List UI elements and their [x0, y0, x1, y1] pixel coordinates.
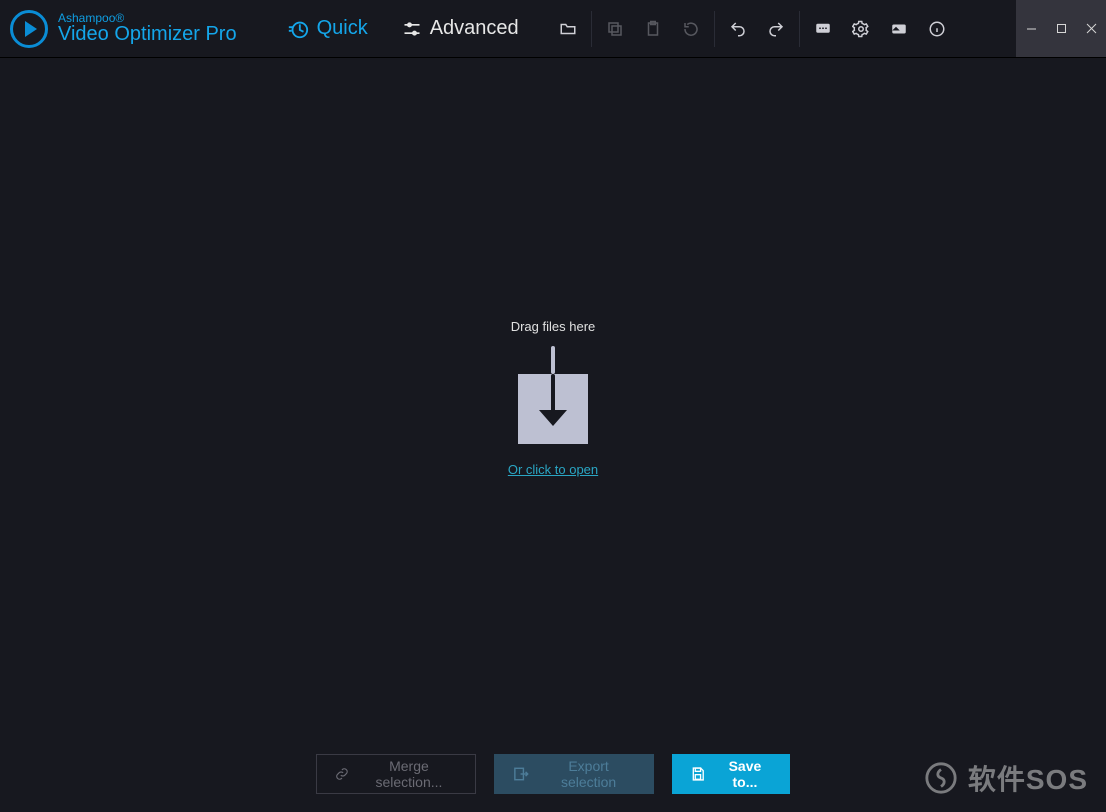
export-icon	[512, 765, 529, 783]
folder-icon	[559, 20, 577, 38]
paste-button[interactable]	[634, 0, 672, 57]
main-area: Drag files here Or click to open	[0, 58, 1106, 737]
export-selection-button[interactable]: Export selection	[494, 754, 654, 794]
feedback-button[interactable]	[804, 0, 842, 57]
drop-zone[interactable]: Drag files here Or click to open	[508, 319, 598, 477]
copy-button[interactable]	[596, 0, 634, 57]
card-button[interactable]	[880, 0, 918, 57]
info-icon	[928, 20, 946, 38]
download-arrow-icon	[518, 374, 588, 444]
brand-bottom: Video Optimizer Pro	[58, 24, 237, 45]
undo-button[interactable]	[719, 0, 757, 57]
save-to-button[interactable]: Save to...	[672, 754, 790, 794]
save-icon	[690, 765, 706, 783]
merge-label: Merge selection...	[361, 758, 457, 790]
separator	[591, 11, 592, 47]
settings-button[interactable]	[842, 0, 880, 57]
merge-selection-button[interactable]: Merge selection...	[316, 754, 476, 794]
tab-quick-label: Quick	[317, 17, 368, 40]
app-logo: Ashampoo® Video Optimizer Pro	[0, 0, 247, 57]
drag-text: Drag files here	[511, 319, 596, 334]
minimize-button[interactable]	[1016, 0, 1046, 57]
brand-text: Ashampoo® Video Optimizer Pro	[58, 12, 237, 46]
arrow-tail	[551, 346, 555, 374]
title-bar: Ashampoo® Video Optimizer Pro Quick Adva…	[0, 0, 1106, 57]
gear-icon	[852, 20, 870, 38]
separator	[714, 11, 715, 47]
export-label: Export selection	[541, 758, 636, 790]
maximize-button[interactable]	[1046, 0, 1076, 57]
redo-button[interactable]	[757, 0, 795, 57]
logo-play-icon	[10, 10, 48, 48]
close-button[interactable]	[1076, 0, 1106, 57]
mode-tabs: Quick Advanced	[287, 0, 519, 57]
open-folder-button[interactable]	[549, 0, 587, 57]
reset-icon	[682, 20, 700, 38]
watermark-icon	[924, 761, 958, 795]
separator	[799, 11, 800, 47]
window-controls	[1016, 0, 1106, 57]
tab-advanced[interactable]: Advanced	[402, 17, 519, 40]
sliders-icon	[402, 19, 422, 39]
tab-advanced-label: Advanced	[430, 17, 519, 40]
link-icon	[335, 766, 349, 782]
maximize-icon	[1056, 23, 1067, 34]
save-label: Save to...	[718, 758, 772, 790]
open-link[interactable]: Or click to open	[508, 462, 598, 477]
watermark-text: 软件SOS	[968, 758, 1088, 798]
undo-icon	[729, 20, 747, 38]
clipboard-icon	[644, 20, 662, 38]
close-icon	[1086, 23, 1097, 34]
info-button[interactable]	[918, 0, 956, 57]
tab-quick[interactable]: Quick	[287, 17, 368, 40]
watermark: 软件SOS	[924, 758, 1088, 798]
minimize-icon	[1026, 23, 1037, 34]
quick-icon	[287, 18, 309, 40]
toolbar-file-group	[549, 0, 956, 57]
reset-button[interactable]	[672, 0, 710, 57]
feedback-icon	[814, 20, 832, 38]
redo-icon	[767, 20, 785, 38]
card-icon	[890, 20, 908, 38]
copy-icon	[606, 20, 624, 38]
